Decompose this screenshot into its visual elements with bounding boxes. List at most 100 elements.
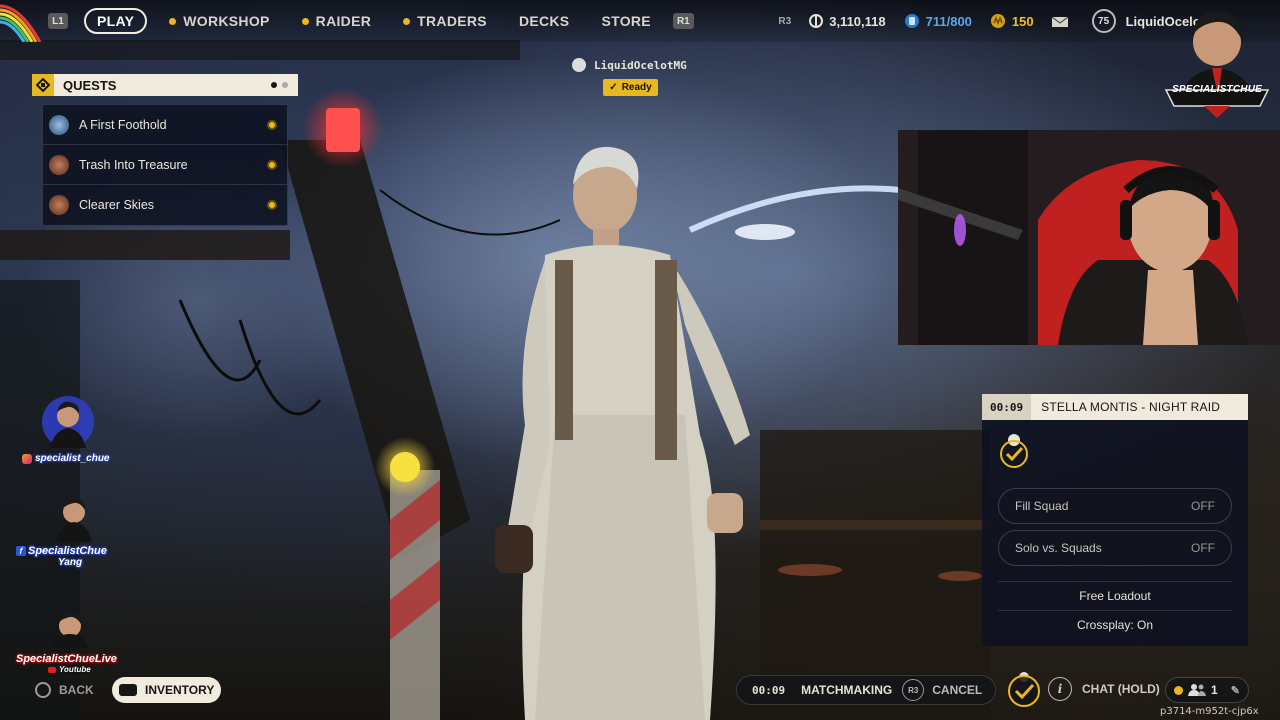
party-button[interactable]: 1 ✎ — [1165, 677, 1249, 703]
instagram-badge: specialist_chue — [22, 392, 122, 464]
quests-title: QUESTS — [63, 77, 117, 93]
ready-status-badge: ✓ Ready — [603, 79, 658, 96]
youtube-badge: SpecialistChueLive Youtube — [16, 611, 126, 674]
streamer-logo — [1164, 11, 1270, 118]
streamer-avatar-icon — [56, 497, 92, 542]
tokens-value: 150 — [1011, 13, 1034, 29]
streamer-avatar-icon — [52, 611, 88, 648]
youtube-subtitle: Youtube — [48, 665, 126, 674]
tab-raider-label: RAIDER — [315, 13, 372, 29]
quest-label: A First Foothold — [79, 117, 167, 132]
fill-squad-toggle[interactable]: Fill Squad OFF — [998, 488, 1232, 524]
quest-diamond-icon — [32, 74, 54, 96]
quest-item[interactable]: Clearer Skies — [43, 185, 287, 225]
solo-vs-squads-value: OFF — [1191, 541, 1215, 555]
tab-store[interactable]: STORE — [601, 13, 650, 29]
instagram-label: specialist_chue — [35, 453, 110, 464]
squad-ready-icon — [1000, 434, 1028, 468]
quest-item[interactable]: Trash Into Treasure — [43, 145, 287, 185]
page-dot — [282, 82, 288, 88]
quest-label: Trash Into Treasure — [79, 157, 188, 172]
coins-stat[interactable]: 3,110,118 — [809, 13, 886, 29]
solo-vs-squads-label: Solo vs. Squads — [1015, 541, 1102, 555]
info-icon: i — [1048, 677, 1072, 701]
mail-icon — [1051, 15, 1068, 27]
tracked-icon — [267, 200, 277, 210]
raid-header: 00:09 STELLA MONTIS - NIGHT RAID — [982, 394, 1248, 420]
touchpad-icon — [119, 684, 137, 696]
r1-hint: R1 — [672, 13, 694, 29]
player-level-badge: 75 — [1091, 9, 1116, 33]
tab-raider[interactable]: RAIDER — [301, 13, 372, 29]
instagram-icon — [22, 453, 32, 464]
streamer-logo-text: SPECIALISTCHUE — [1171, 84, 1263, 95]
matchmaking-timer: 00:09 — [752, 683, 786, 697]
quest-label: Clearer Skies — [79, 198, 155, 212]
loadout-info: Free Loadout — [1079, 589, 1151, 603]
quests-panel: QUESTS A First Foothold Trash Into Treas… — [32, 74, 298, 226]
raid-lobby-panel: 00:09 STELLA MONTIS - NIGHT RAID Fill Sq… — [982, 394, 1248, 646]
session-id: p3714-m952t-cjp6x — [1160, 706, 1259, 717]
quests-pager[interactable] — [271, 82, 288, 88]
chat-hold-button[interactable]: i CHAT (HOLD) — [1048, 677, 1160, 701]
page-dot-active — [271, 82, 277, 88]
webcam-feed — [898, 130, 1280, 345]
instagram-handle[interactable]: specialist_chue — [22, 453, 122, 464]
facebook-subtitle: Yang — [58, 557, 83, 568]
fill-squad-value: OFF — [1191, 499, 1215, 513]
youtube-handle[interactable]: SpecialistChueLive — [16, 653, 126, 665]
tab-workshop[interactable]: WORKSHOP — [169, 13, 269, 29]
youtube-label: Youtube — [59, 665, 91, 674]
quest-giver-avatar-icon — [49, 195, 69, 215]
solo-vs-squads-toggle[interactable]: Solo vs. Squads OFF — [998, 530, 1232, 566]
stash-stat[interactable]: 711/800 — [904, 13, 972, 29]
player-emblem-icon — [572, 58, 586, 72]
coins-value: 3,110,118 — [829, 13, 886, 29]
quests-header[interactable]: QUESTS — [32, 74, 298, 96]
party-members-icon — [1188, 684, 1206, 696]
raid-timer: 00:09 — [982, 394, 1032, 420]
facebook-label: SpecialistChue — [28, 545, 107, 557]
raider-character — [495, 146, 750, 720]
party-ready-dot-icon — [1174, 685, 1183, 695]
matchmaking-label: MATCHMAKING — [801, 683, 893, 697]
tokens-icon — [990, 13, 1006, 29]
circle-button-icon — [35, 682, 51, 698]
lobby-player-name: LiquidOcelotMG — [594, 58, 687, 72]
back-button[interactable]: BACK — [35, 682, 94, 698]
tab-traders[interactable]: TRADERS — [403, 13, 487, 29]
youtube-icon — [48, 666, 56, 673]
matchmaking-status: 00:09 MATCHMAKING R3 CANCEL — [736, 675, 996, 705]
ready-toggle-button[interactable] — [1006, 671, 1042, 707]
brand-stripes-icon — [0, 4, 42, 42]
top-navigation-bar: L1 PLAY WORKSHOP RAIDER TRADERS DECKS ST… — [0, 0, 1280, 42]
inventory-button[interactable]: INVENTORY — [112, 677, 221, 703]
raid-map-title: STELLA MONTIS - NIGHT RAID — [1041, 400, 1221, 414]
facebook-handle[interactable]: f SpecialistChue — [16, 545, 121, 557]
new-dot-icon — [301, 17, 309, 25]
mail-button[interactable] — [1051, 15, 1074, 27]
crossplay-info: Crossplay: On — [1076, 618, 1154, 632]
edit-icon: ✎ — [1230, 684, 1240, 697]
lobby-player: LiquidOcelotMG — [572, 58, 687, 72]
ready-label: Ready — [621, 82, 652, 93]
party-count: 1 — [1211, 683, 1218, 697]
back-label: BACK — [59, 683, 94, 697]
tab-play[interactable]: PLAY — [84, 8, 148, 34]
tokens-stat[interactable]: 150 — [990, 13, 1034, 29]
tab-workshop-label: WORKSHOP — [183, 13, 270, 29]
facebook-icon: f — [16, 546, 26, 556]
tab-decks[interactable]: DECKS — [519, 13, 570, 29]
quest-list: A First Foothold Trash Into Treasure Cle… — [42, 104, 288, 226]
check-icon: ✓ — [609, 82, 618, 93]
cancel-matchmaking-button[interactable]: CANCEL — [932, 683, 982, 697]
quest-item[interactable]: A First Foothold — [43, 105, 287, 145]
chat-label: CHAT (HOLD) — [1082, 682, 1160, 696]
l1-hint: L1 — [48, 13, 68, 29]
fill-squad-label: Fill Squad — [1015, 499, 1069, 513]
coins-icon — [809, 14, 824, 28]
new-dot-icon — [169, 17, 177, 25]
new-dot-icon — [403, 17, 411, 25]
tracked-icon — [267, 119, 277, 130]
stash-icon — [904, 13, 920, 29]
